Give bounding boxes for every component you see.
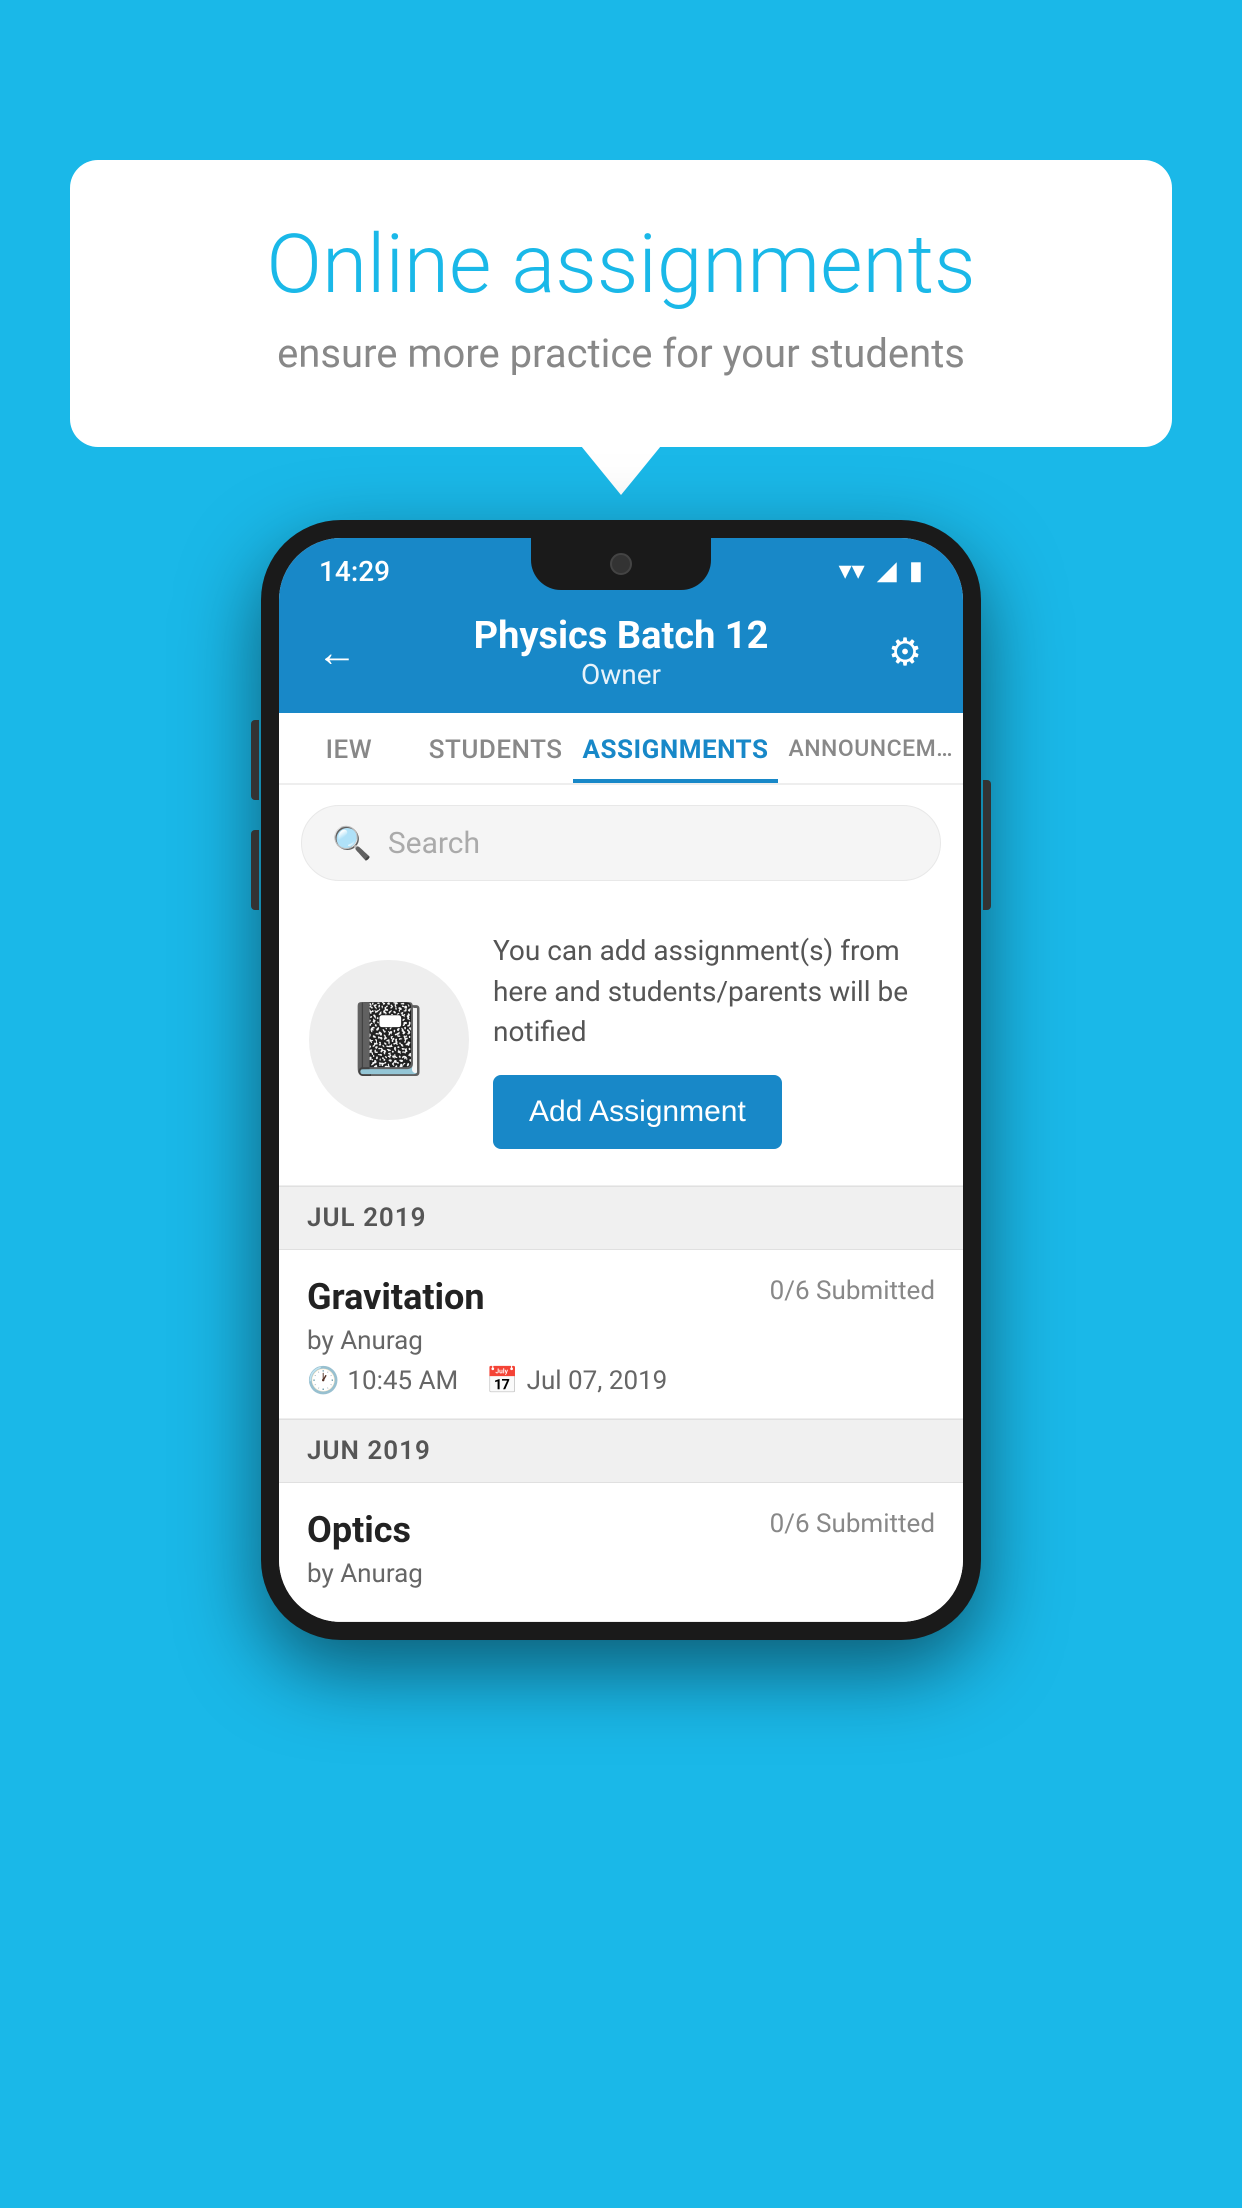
assignment-title: Gravitation [307, 1276, 485, 1318]
bubble-subtitle: ensure more practice for your students [150, 330, 1092, 377]
header-center: Physics Batch 12 Owner [365, 614, 877, 691]
assignment-date-value: Jul 07, 2019 [527, 1366, 668, 1396]
promo-content: You can add assignment(s) from here and … [493, 931, 933, 1149]
assignment-top-row-optics: Optics 0/6 Submitted [307, 1509, 935, 1551]
phone-wrapper: 14:29 ▾▾ ◢ ▮ ← Physics Batch 12 Owner ⚙ … [261, 520, 981, 1640]
section-header-jun2019: JUN 2019 [279, 1419, 963, 1483]
assignment-date: 📅 Jul 07, 2019 [486, 1366, 667, 1396]
tab-students[interactable]: STUDENTS [419, 713, 573, 783]
assignment-time-value: 10:45 AM [347, 1366, 458, 1396]
assignment-item-optics[interactable]: Optics 0/6 Submitted by Anurag [279, 1483, 963, 1622]
section-header-jul2019: JUL 2019 [279, 1186, 963, 1250]
header-title: Physics Batch 12 [365, 614, 877, 658]
battery-icon: ▮ [909, 556, 923, 586]
tab-iew[interactable]: IEW [279, 713, 419, 783]
assignment-item-gravitation[interactable]: Gravitation 0/6 Submitted by Anurag 🕐 10… [279, 1250, 963, 1419]
search-bar[interactable]: 🔍 Search [301, 805, 941, 881]
tab-assignments[interactable]: ASSIGNMENTS [573, 713, 779, 783]
settings-icon[interactable]: ⚙ [877, 630, 933, 675]
signal-icon: ◢ [877, 556, 897, 586]
side-button-power [983, 780, 991, 910]
app-header: ← Physics Batch 12 Owner ⚙ [279, 596, 963, 713]
camera-dot [610, 553, 632, 575]
status-icons: ▾▾ ◢ ▮ [839, 556, 923, 586]
phone-outer: 14:29 ▾▾ ◢ ▮ ← Physics Batch 12 Owner ⚙ … [261, 520, 981, 1640]
tabs-bar: IEW STUDENTS ASSIGNMENTS ANNOUNCEM… [279, 713, 963, 785]
side-button-volume-up [251, 720, 259, 800]
search-icon: 🔍 [332, 824, 372, 862]
phone-notch [531, 538, 711, 590]
search-container: 🔍 Search [279, 785, 963, 901]
side-button-volume-down [251, 830, 259, 910]
promo-icon-circle: 📓 [309, 960, 469, 1120]
back-button[interactable]: ← [309, 629, 365, 676]
assignment-by-optics: by Anurag [307, 1559, 935, 1589]
add-assignment-button[interactable]: Add Assignment [493, 1075, 782, 1149]
assignment-title-optics: Optics [307, 1509, 411, 1551]
assignment-submitted-optics: 0/6 Submitted [770, 1509, 935, 1539]
tab-announcements[interactable]: ANNOUNCEM… [778, 713, 963, 783]
assignment-time: 🕐 10:45 AM [307, 1366, 458, 1396]
promo-card: 📓 You can add assignment(s) from here an… [279, 901, 963, 1186]
clock-icon: 🕐 [307, 1366, 339, 1396]
status-time: 14:29 [319, 555, 390, 588]
assignment-by: by Anurag [307, 1326, 935, 1356]
notebook-icon: 📓 [345, 999, 432, 1081]
search-placeholder: Search [388, 826, 480, 861]
speech-bubble-container: Online assignments ensure more practice … [70, 160, 1172, 447]
calendar-icon: 📅 [486, 1366, 518, 1396]
bubble-title: Online assignments [150, 220, 1092, 310]
assignment-submitted: 0/6 Submitted [770, 1276, 935, 1306]
assignment-meta: 🕐 10:45 AM 📅 Jul 07, 2019 [307, 1366, 935, 1396]
phone-screen: 14:29 ▾▾ ◢ ▮ ← Physics Batch 12 Owner ⚙ … [279, 538, 963, 1622]
speech-bubble: Online assignments ensure more practice … [70, 160, 1172, 447]
assignment-top-row: Gravitation 0/6 Submitted [307, 1276, 935, 1318]
promo-description: You can add assignment(s) from here and … [493, 931, 933, 1053]
wifi-icon: ▾▾ [839, 556, 865, 586]
header-subtitle: Owner [365, 658, 877, 691]
